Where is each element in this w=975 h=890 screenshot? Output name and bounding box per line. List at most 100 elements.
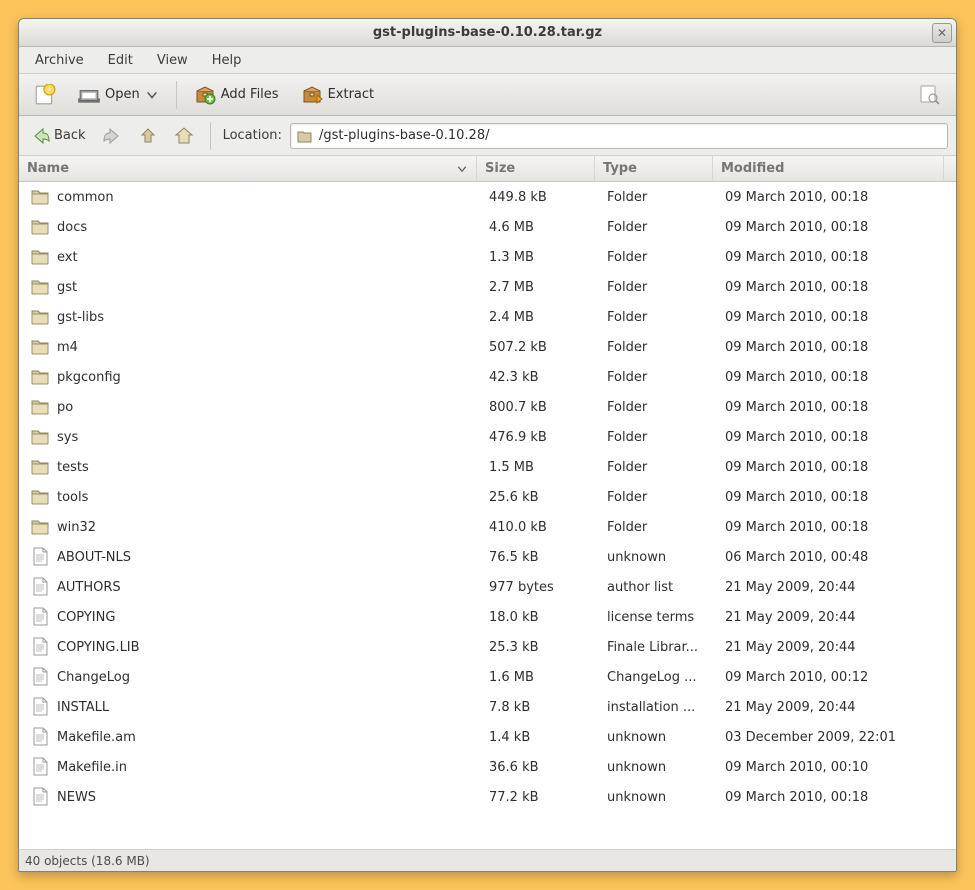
file-rows-scroll[interactable]: common449.8 kBFolder09 March 2010, 00:18… — [19, 182, 956, 849]
file-name: Makefile.am — [57, 730, 136, 745]
file-name: sys — [57, 430, 78, 445]
menu-archive[interactable]: Archive — [25, 50, 94, 71]
table-row[interactable]: Makefile.am1.4 kBunknown03 December 2009… — [19, 722, 956, 752]
cell-type: Folder — [599, 460, 717, 475]
cell-size: 977 bytes — [481, 580, 599, 595]
cell-name: COPYING.LIB — [23, 637, 481, 657]
table-row[interactable]: gst-libs2.4 MBFolder09 March 2010, 00:18 — [19, 302, 956, 332]
cell-size: 18.0 kB — [481, 610, 599, 625]
back-label: Back — [54, 128, 86, 143]
nav-up-button[interactable] — [134, 123, 162, 149]
file-icon — [31, 547, 51, 567]
extract-label: Extract — [328, 87, 375, 102]
cell-name: INSTALL — [23, 697, 481, 717]
menu-edit[interactable]: Edit — [98, 50, 143, 71]
column-type[interactable]: Type — [595, 156, 713, 181]
nav-home-button[interactable] — [170, 123, 198, 149]
menu-view[interactable]: View — [147, 50, 198, 71]
cell-size: 800.7 kB — [481, 400, 599, 415]
forward-icon — [102, 126, 122, 146]
table-row[interactable]: tools25.6 kBFolder09 March 2010, 00:18 — [19, 482, 956, 512]
new-archive-button[interactable] — [25, 79, 65, 111]
file-name: COPYING.LIB — [57, 640, 140, 655]
nav-back-button[interactable]: Back — [27, 123, 90, 149]
cell-name: m4 — [23, 337, 481, 357]
cell-type: Folder — [599, 520, 717, 535]
table-row[interactable]: docs4.6 MBFolder09 March 2010, 00:18 — [19, 212, 956, 242]
folder-small-icon — [297, 129, 313, 143]
cell-modified: 09 March 2010, 00:18 — [717, 460, 956, 475]
column-name[interactable]: Name — [19, 156, 477, 181]
table-row[interactable]: AUTHORS977 bytesauthor list21 May 2009, … — [19, 572, 956, 602]
cell-type: Folder — [599, 190, 717, 205]
cell-modified: 09 March 2010, 00:18 — [717, 220, 956, 235]
cell-type: Folder — [599, 280, 717, 295]
table-row[interactable]: INSTALL7.8 kBinstallation ...21 May 2009… — [19, 692, 956, 722]
toolbar: Open Add Files Extract — [19, 74, 956, 116]
cell-name: po — [23, 397, 481, 417]
file-name: tools — [57, 490, 88, 505]
cell-modified: 06 March 2010, 00:48 — [717, 550, 956, 565]
cell-type: unknown — [599, 550, 717, 565]
add-files-button[interactable]: Add Files — [185, 80, 288, 110]
cell-modified: 03 December 2009, 22:01 — [717, 730, 956, 745]
properties-icon — [919, 84, 941, 106]
folder-icon — [31, 337, 51, 357]
column-headers: Name Size Type Modified — [19, 156, 956, 182]
cell-type: unknown — [599, 730, 717, 745]
cell-type: Folder — [599, 250, 717, 265]
table-row[interactable]: COPYING.LIB25.3 kBFinale Librar...21 May… — [19, 632, 956, 662]
properties-button[interactable] — [910, 79, 950, 111]
table-row[interactable]: sys476.9 kBFolder09 March 2010, 00:18 — [19, 422, 956, 452]
cell-name: Makefile.am — [23, 727, 481, 747]
table-row[interactable]: ChangeLog1.6 MBChangeLog ...09 March 201… — [19, 662, 956, 692]
file-name: gst — [57, 280, 77, 295]
location-input[interactable]: /gst-plugins-base-0.10.28/ — [290, 123, 948, 149]
folder-icon — [31, 397, 51, 417]
cell-modified: 09 March 2010, 00:18 — [717, 490, 956, 505]
cell-size: 410.0 kB — [481, 520, 599, 535]
file-name: INSTALL — [57, 700, 109, 715]
table-row[interactable]: common449.8 kBFolder09 March 2010, 00:18 — [19, 182, 956, 212]
table-row[interactable]: win32410.0 kBFolder09 March 2010, 00:18 — [19, 512, 956, 542]
table-row[interactable]: pkgconfig42.3 kBFolder09 March 2010, 00:… — [19, 362, 956, 392]
menu-help[interactable]: Help — [202, 50, 252, 71]
file-name: docs — [57, 220, 87, 235]
file-icon — [31, 757, 51, 777]
cell-type: Folder — [599, 400, 717, 415]
table-row[interactable]: ABOUT-NLS76.5 kBunknown06 March 2010, 00… — [19, 542, 956, 572]
cell-type: Folder — [599, 370, 717, 385]
table-row[interactable]: po800.7 kBFolder09 March 2010, 00:18 — [19, 392, 956, 422]
cell-modified: 09 March 2010, 00:18 — [717, 520, 956, 535]
folder-icon — [31, 457, 51, 477]
cell-type: Folder — [599, 340, 717, 355]
folder-icon — [31, 277, 51, 297]
table-row[interactable]: gst2.7 MBFolder09 March 2010, 00:18 — [19, 272, 956, 302]
column-modified[interactable]: Modified — [713, 156, 944, 181]
status-bar: 40 objects (18.6 MB) — [19, 849, 956, 871]
cell-type: unknown — [599, 790, 717, 805]
folder-icon — [31, 487, 51, 507]
table-row[interactable]: NEWS77.2 kBunknown09 March 2010, 00:18 — [19, 782, 956, 812]
table-row[interactable]: COPYING18.0 kBlicense terms21 May 2009, … — [19, 602, 956, 632]
cell-modified: 09 March 2010, 00:18 — [717, 280, 956, 295]
window-close-button[interactable]: ✕ — [932, 23, 952, 43]
window-title: gst-plugins-base-0.10.28.tar.gz — [373, 25, 602, 40]
extract-button[interactable]: Extract — [292, 80, 384, 110]
file-icon — [31, 607, 51, 627]
cell-name: win32 — [23, 517, 481, 537]
open-archive-button[interactable]: Open — [69, 81, 168, 109]
table-row[interactable]: m4507.2 kBFolder09 March 2010, 00:18 — [19, 332, 956, 362]
column-size[interactable]: Size — [477, 156, 595, 181]
table-row[interactable]: tests1.5 MBFolder09 March 2010, 00:18 — [19, 452, 956, 482]
new-document-icon — [34, 84, 56, 106]
table-row[interactable]: Makefile.in36.6 kBunknown09 March 2010, … — [19, 752, 956, 782]
cell-type: Folder — [599, 430, 717, 445]
chevron-down-icon — [145, 88, 159, 102]
file-name: gst-libs — [57, 310, 104, 325]
cell-size: 507.2 kB — [481, 340, 599, 355]
table-row[interactable]: ext1.3 MBFolder09 March 2010, 00:18 — [19, 242, 956, 272]
file-icon — [31, 667, 51, 687]
folder-icon — [31, 217, 51, 237]
nav-forward-button[interactable] — [98, 123, 126, 149]
